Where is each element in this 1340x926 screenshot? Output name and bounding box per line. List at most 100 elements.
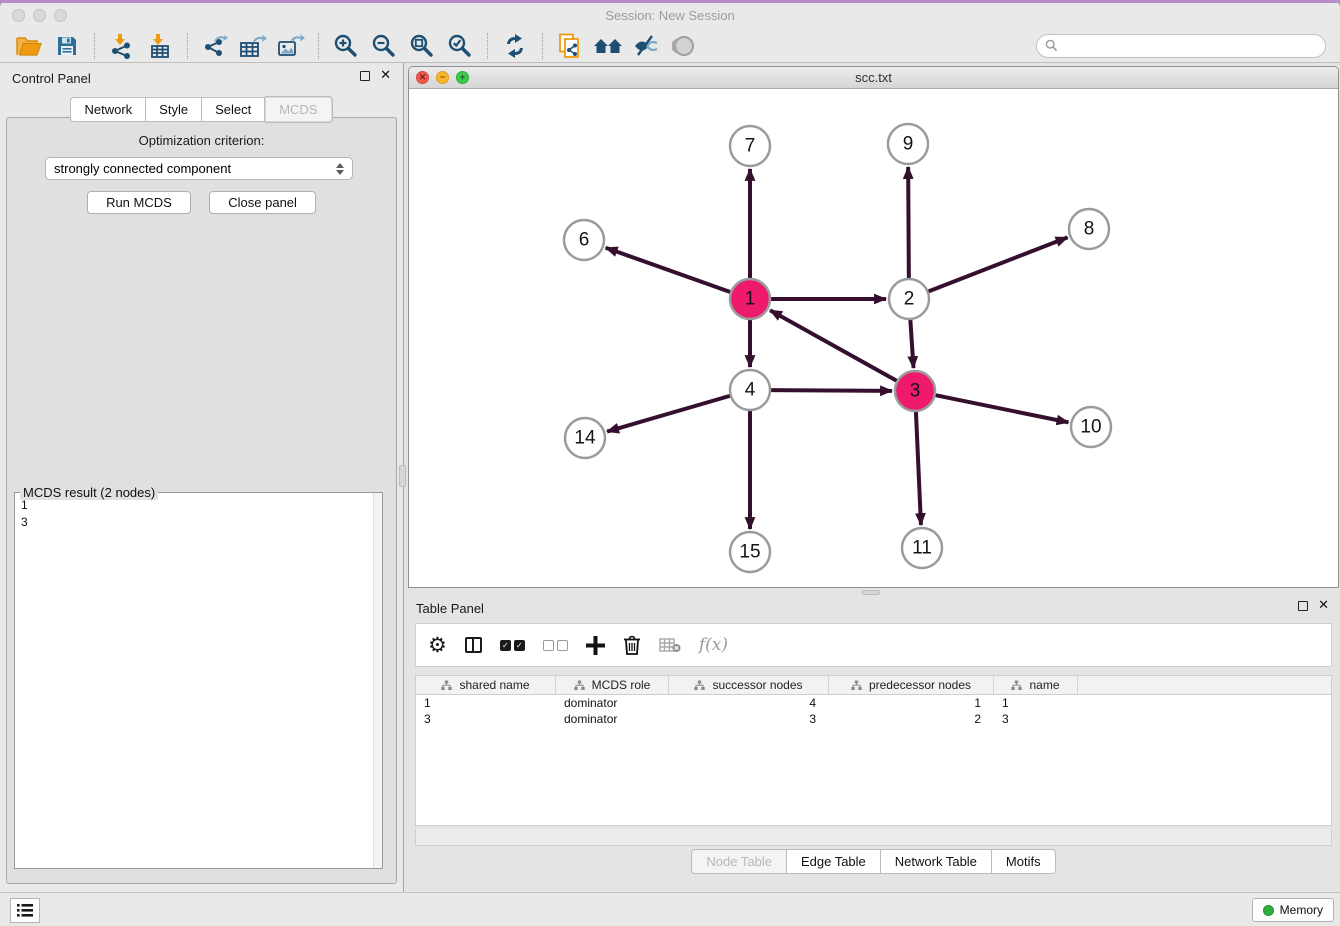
tab-mcds[interactable]: MCDS — [265, 96, 332, 123]
float-panel-icon[interactable] — [360, 71, 370, 81]
toolbar-separator — [94, 33, 95, 59]
column-label: MCDS role — [592, 678, 651, 692]
graph-edge-2-8[interactable] — [929, 237, 1068, 291]
column-header-mcds-role[interactable]: MCDS role — [556, 676, 669, 694]
zoom-in-icon[interactable] — [331, 32, 361, 60]
tab-motifs[interactable]: Motifs — [992, 849, 1056, 874]
select-all-rows-icon[interactable]: ✓✓ — [500, 631, 525, 659]
tab-style[interactable]: Style — [146, 97, 202, 122]
split-columns-icon[interactable] — [465, 631, 482, 659]
graph-node-10[interactable]: 10 — [1071, 407, 1111, 447]
delete-table-icon[interactable] — [659, 631, 681, 659]
graph-node-7[interactable]: 7 — [730, 126, 770, 166]
add-column-icon[interactable] — [586, 631, 605, 659]
graph-edge-4-14[interactable] — [607, 396, 730, 432]
table-cell[interactable]: 2 — [829, 711, 994, 727]
clone-network-icon[interactable] — [555, 32, 585, 60]
table-cell[interactable]: 3 — [416, 711, 556, 727]
graph-node-label: 8 — [1084, 219, 1095, 240]
graph-edge-3-10[interactable] — [936, 395, 1069, 422]
table-row[interactable]: 1dominator411 — [416, 695, 1331, 711]
zoom-out-icon[interactable] — [369, 32, 399, 60]
application-window: Session: New Session — [0, 0, 1340, 926]
graph-edge-4-3[interactable] — [771, 390, 892, 391]
float-table-panel-icon[interactable] — [1298, 601, 1308, 611]
graph-node-1[interactable]: 1 — [730, 279, 770, 319]
result-scrollbar[interactable] — [373, 493, 382, 868]
graph-node-6[interactable]: 6 — [564, 220, 604, 260]
graph-node-2[interactable]: 2 — [889, 279, 929, 319]
table-cell[interactable]: 3 — [669, 711, 829, 727]
column-header-name[interactable]: name — [994, 676, 1078, 694]
network-minimize-button[interactable]: − — [436, 71, 449, 84]
delete-column-icon[interactable] — [623, 631, 641, 659]
task-history-button[interactable] — [10, 898, 40, 923]
import-network-icon[interactable] — [107, 32, 137, 60]
table-cell[interactable]: 1 — [994, 695, 1078, 711]
column-header-shared-name[interactable]: shared name — [416, 676, 556, 694]
import-table-icon[interactable] — [145, 32, 175, 60]
graph-edge-1-6[interactable] — [606, 248, 731, 292]
toolbar-separator — [318, 33, 319, 59]
table-row[interactable]: 3dominator323 — [416, 711, 1331, 727]
table-cell[interactable]: 1 — [829, 695, 994, 711]
table-cell[interactable]: dominator — [556, 711, 669, 727]
table-cell[interactable]: 1 — [416, 695, 556, 711]
function-builder-icon[interactable]: f(x) — [699, 631, 728, 659]
close-panel-button[interactable]: Close panel — [209, 191, 316, 214]
table-panel: Table Panel ✕ ⚙ ✓✓ — [408, 595, 1339, 890]
graph-node-11[interactable]: 11 — [902, 528, 942, 568]
export-table-icon[interactable] — [238, 32, 268, 60]
graph-node-9[interactable]: 9 — [888, 124, 928, 164]
tab-edge-table[interactable]: Edge Table — [787, 849, 881, 874]
graph-node-14[interactable]: 14 — [565, 418, 605, 458]
run-mcds-button[interactable]: Run MCDS — [87, 191, 191, 214]
export-network-icon[interactable] — [200, 32, 230, 60]
network-window-titlebar[interactable]: ✕ − + scc.txt — [409, 67, 1338, 89]
search-field[interactable] — [1036, 34, 1326, 58]
tab-network-table[interactable]: Network Table — [881, 849, 992, 874]
fit-content-icon[interactable] — [407, 32, 437, 60]
close-panel-icon[interactable]: ✕ — [380, 71, 391, 81]
control-panel-tabs: NetworkStyleSelectMCDS — [0, 96, 403, 123]
zoom-selected-icon[interactable] — [445, 32, 475, 60]
column-header-predecessor-nodes[interactable]: predecessor nodes — [829, 676, 994, 694]
memory-button[interactable]: Memory — [1252, 898, 1334, 922]
graph-node-8[interactable]: 8 — [1069, 209, 1109, 249]
bird-eye-view-icon[interactable] — [669, 32, 699, 60]
table-horizontal-scrollbar[interactable] — [415, 829, 1332, 846]
tab-select[interactable]: Select — [202, 97, 265, 122]
network-close-button[interactable]: ✕ — [416, 71, 429, 84]
open-session-icon[interactable] — [14, 32, 44, 60]
table-cell[interactable]: dominator — [556, 695, 669, 711]
session-title: Session: New Session — [0, 8, 1340, 23]
graph-edge-3-11[interactable] — [916, 412, 921, 525]
tab-network[interactable]: Network — [70, 97, 146, 122]
network-view-window: ✕ − + scc.txt 7 9 6 8 1 2 4 3 14 10 15 11 — [408, 66, 1339, 588]
mcds-result-text[interactable]: 1 3 — [15, 493, 373, 868]
export-image-icon[interactable] — [276, 32, 306, 60]
first-neighbors-icon[interactable] — [593, 32, 623, 60]
title-bar: Session: New Session — [0, 3, 1340, 29]
criterion-dropdown[interactable]: strongly connected component — [45, 157, 353, 180]
table-cell[interactable]: 4 — [669, 695, 829, 711]
graph-edge-3-1[interactable] — [770, 310, 897, 381]
column-header-successor-nodes[interactable]: successor nodes — [669, 676, 829, 694]
graph-node-4[interactable]: 4 — [730, 370, 770, 410]
graph-edge-2-9[interactable] — [908, 167, 909, 278]
apply-layout-icon[interactable] — [500, 32, 530, 60]
close-table-panel-icon[interactable]: ✕ — [1318, 601, 1329, 611]
network-zoom-button[interactable]: + — [456, 71, 469, 84]
graphics-details-icon[interactable] — [631, 32, 661, 60]
deselect-all-rows-icon[interactable] — [543, 631, 568, 659]
graph-node-15[interactable]: 15 — [730, 532, 770, 572]
table-cell[interactable]: 3 — [994, 711, 1078, 727]
table-settings-icon[interactable]: ⚙ — [428, 631, 447, 659]
network-canvas[interactable]: 7 9 6 8 1 2 4 3 14 10 15 11 — [409, 89, 1338, 587]
graph-node-3[interactable]: 3 — [895, 371, 935, 411]
tab-node-table[interactable]: Node Table — [691, 849, 787, 874]
save-session-icon[interactable] — [52, 32, 82, 60]
dropdown-stepper-icon — [336, 163, 344, 175]
graph-edge-2-3[interactable] — [910, 320, 913, 368]
search-input[interactable] — [1062, 39, 1317, 53]
